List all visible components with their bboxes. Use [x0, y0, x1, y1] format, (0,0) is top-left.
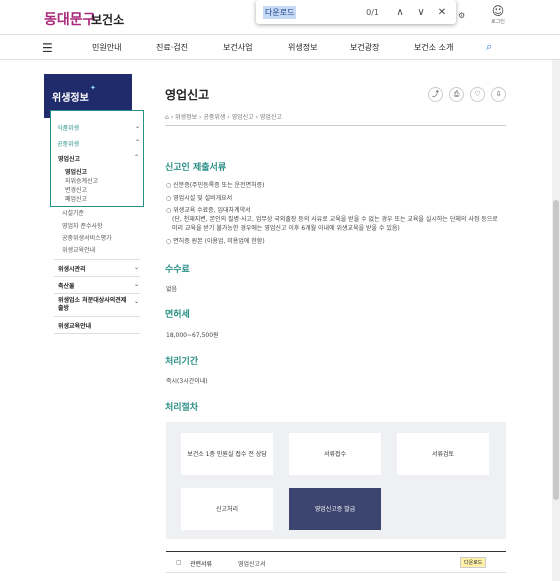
sparkle-icon: ✦	[90, 84, 96, 92]
find-close-icon[interactable]: ✕	[435, 7, 449, 18]
divider	[54, 316, 140, 317]
search-icon[interactable]: ⌕	[486, 40, 492, 54]
sidebar-sub-item[interactable]: 공중위생서비스평가	[62, 233, 112, 242]
divider	[54, 333, 140, 334]
sidebar-item-more[interactable]: 위생교육안내	[58, 321, 91, 330]
sidebar-sub-item[interactable]: 위생교육안내	[62, 245, 95, 254]
nav-item-clinic[interactable]: 진료·검진	[156, 42, 188, 53]
find-count: 0/1	[366, 7, 379, 17]
divider	[165, 125, 506, 126]
chevron-down-icon: ⌄	[134, 298, 140, 305]
sidebar-sub-item[interactable]: 변경신고	[65, 185, 87, 194]
chevron-up-icon: ⌃	[134, 154, 140, 161]
sidebar-sub-item[interactable]: 영업자 준수사항	[62, 221, 103, 230]
chevron-down-icon: ⌄	[134, 281, 140, 288]
list-item: ○ 영업시설 및 설비개요서	[166, 195, 233, 202]
section-title: 수수료	[165, 265, 190, 275]
login-label: 로그인	[491, 19, 505, 25]
process-step-final: 영업신고증 발급	[289, 488, 381, 530]
sidebar-item-more[interactable]: 축산물	[58, 281, 75, 290]
top-bar: 동대문구 보건소 다운로드 0/1 ∧ ∨ ✕ ⚙ ☺ 로그인	[0, 0, 560, 34]
list-item: ○ 위생교육 수료증, 임대차계약서	[166, 207, 251, 214]
section-title: 면허세	[165, 310, 190, 320]
section-title: 처리절차	[165, 403, 199, 413]
menu-icon[interactable]: ☰	[42, 41, 53, 55]
find-prev-icon[interactable]: ∧	[393, 7, 407, 18]
site-name[interactable]: 보건소	[91, 11, 124, 28]
process-step: 보건소 1층 민원실 접수 전 상담	[181, 433, 273, 475]
divider	[54, 293, 140, 294]
sidebar-sub-item[interactable]: 지위승계신고	[65, 176, 98, 185]
list-item: ○ 면허증 원본 (이용업, 미용업에 한함)	[166, 238, 265, 245]
logo[interactable]: 동대문구	[44, 9, 96, 29]
process-step: 서류검토	[397, 433, 489, 475]
share-icon[interactable]: ⤴	[428, 87, 443, 102]
document-icon: ▢	[176, 559, 182, 566]
sidebar-item-more[interactable]: 위생업소 처분대상사의견제출방	[58, 297, 128, 313]
list-item-note: (단, 천재지변, 본인의 질병·사고, 업무상 국외출장 등의 사유로 교육을…	[172, 216, 498, 223]
page-title: 영업신고	[165, 88, 210, 102]
sidebar-sub-item[interactable]: 시설기준	[62, 208, 84, 217]
scrollbar-thumb[interactable]	[553, 200, 559, 500]
sidebar-sub-item[interactable]: 폐업신고	[65, 194, 87, 203]
section-title: 처리기간	[165, 357, 199, 367]
process-step: 신고처리	[181, 488, 273, 530]
nav-item-hygiene[interactable]: 위생정보	[288, 42, 317, 53]
process-steps: 보건소 1층 민원실 접수 전 상담 서류접수 서류검토 신고처리 영업신고증 …	[166, 422, 506, 539]
chevron-up-icon: ⌃	[135, 139, 141, 146]
nav-item-health[interactable]: 보건사업	[223, 42, 252, 53]
divider	[54, 259, 140, 260]
list-item-note: 미리 교육을 받기 불가능한 경우에는 영업신고 이후 6개월 이내에 위생교육…	[172, 225, 400, 232]
license-value: 18,000~67,500원	[166, 332, 219, 339]
find-next-icon[interactable]: ∨	[414, 7, 428, 18]
section-title: 신고인 제출서류	[165, 163, 227, 173]
period-value: 즉시(3시간이내)	[166, 378, 208, 385]
sidebar-item-more[interactable]: 위생시관리	[58, 264, 86, 273]
login-button[interactable]: ☺ 로그인	[488, 4, 508, 25]
breadcrumb: ⌂ › 위생정보 › 공중위생 › 영업신고 › 영업신고	[165, 114, 282, 121]
nav-item-about[interactable]: 보건소 소개	[414, 42, 453, 53]
nav-item-civil[interactable]: 민원안내	[92, 42, 121, 53]
nav-item-plaza[interactable]: 보건광장	[350, 42, 379, 53]
doc-name: 영업신고서	[238, 561, 266, 568]
sidebar-item-food[interactable]: 식품위생	[57, 123, 79, 132]
print-icon[interactable]: ⎙	[449, 87, 464, 102]
sidebar-sub-item[interactable]: 영업신고	[65, 167, 87, 176]
find-bar: 다운로드 0/1 ∧ ∨ ✕	[256, 0, 456, 24]
process-step: 서류접수	[289, 433, 381, 475]
sidebar-sub-report[interactable]: 영업신고	[58, 154, 80, 163]
fee-value: 없음	[166, 286, 178, 293]
scrollbar[interactable]	[552, 60, 560, 581]
tool-buttons: ⤴ ⎙ ♡ ⇩	[428, 87, 512, 102]
divider	[54, 276, 140, 277]
chevron-down-icon: ⌄	[135, 123, 141, 130]
settings-icon[interactable]: ⚙	[458, 11, 465, 20]
main-nav: ☰ 민원안내 진료·검진 보건사업 위생정보 보건광장 보건소 소개 ⌕	[0, 34, 560, 60]
user-icon: ☺	[491, 4, 505, 18]
sidebar-item-public[interactable]: 공중위생	[57, 139, 79, 148]
chevron-down-icon: ⌄	[134, 264, 140, 271]
find-input[interactable]: 다운로드	[263, 5, 297, 19]
download-button[interactable]: 다운로드	[460, 557, 487, 568]
related-docs-row: ▢ 관련서류 영업신고서 다운로드	[166, 551, 506, 573]
like-icon[interactable]: ♡	[470, 87, 485, 102]
download-icon[interactable]: ⇩	[491, 87, 506, 102]
doc-label: 관련서류	[190, 561, 213, 568]
list-item: ○ 신분증(주민등록증 또는 운전면허증)	[166, 182, 265, 189]
